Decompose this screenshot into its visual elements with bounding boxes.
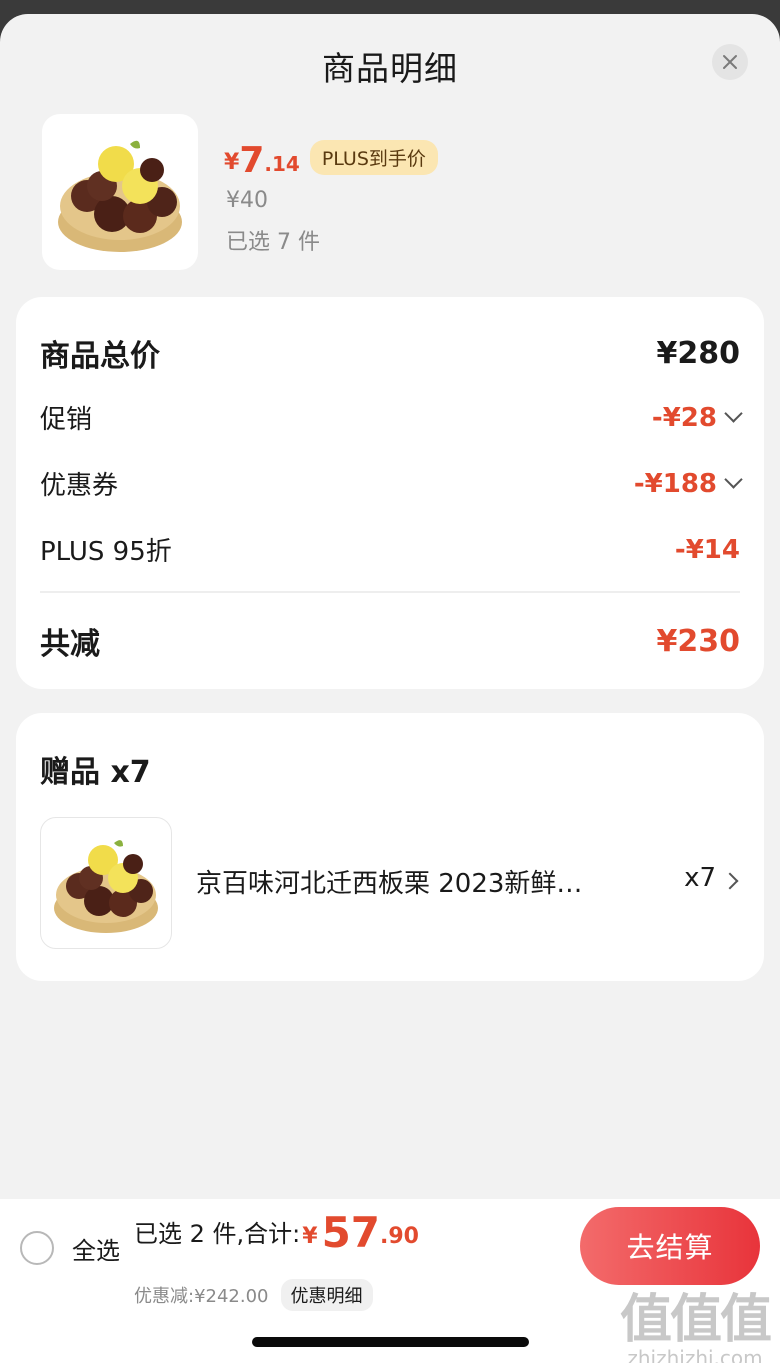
total-symbol: ¥ (302, 1224, 318, 1249)
plus-badge: PLUS到手价 (309, 140, 438, 175)
selected-count: 已选 7 件 (226, 230, 320, 255)
discount-text: 优惠减:¥242.00 (134, 1286, 269, 1307)
chestnut-basket-image (58, 140, 182, 252)
sheet-title: 商品明细 (322, 49, 458, 88)
gift-name[interactable]: 京百味河北迁西板栗 2023新鲜… (196, 863, 582, 900)
coupon-value: -¥188 (633, 468, 717, 499)
total-line: 已选 2 件,合计: ¥ 57 .90 (134, 1211, 419, 1255)
price-integer: 7 (239, 140, 265, 181)
chevron-down-icon (724, 404, 743, 423)
watermark-glyphs: 值值值 (619, 1290, 772, 1350)
chestnut-basket-image (54, 840, 158, 933)
plus-value: -¥14 (674, 534, 740, 565)
gift-image[interactable] (40, 817, 172, 949)
coupon-label: 优惠券 (40, 471, 119, 501)
plus-label: PLUS 95折 (40, 537, 172, 567)
plus-row: PLUS 95折 -¥14 (40, 531, 740, 568)
divider (40, 591, 740, 593)
detail-sheet: 商品明细 ¥ 7 .14 PLUS到手价 ¥40 已选 7 件 商品总价 ¥28… (0, 14, 780, 1363)
price-symbol: ¥ (224, 150, 240, 175)
total-decimal: .90 (380, 1224, 419, 1249)
watermark-url: zhizhizhi.com (627, 1346, 763, 1363)
promo-label: 促销 (40, 405, 93, 435)
coupon-row[interactable]: 优惠券 -¥188 (40, 465, 743, 502)
close-button[interactable] (712, 44, 748, 80)
promo-value-wrap[interactable]: -¥28 (651, 402, 743, 433)
price-summary-card: 商品总价 ¥280 促销 -¥28 优惠券 -¥188 PLUS 95折 -¥1… (16, 297, 764, 689)
home-indicator[interactable] (252, 1337, 529, 1347)
gift-card: 赠品 x7 京百味河北迁西板栗 2023新鲜… x7 (16, 713, 764, 981)
close-icon (723, 55, 737, 69)
total-label: 商品总价 (40, 339, 160, 374)
total-label: 已选 2 件,合计: (134, 1220, 301, 1248)
gift-title: 赠品 x7 (40, 755, 151, 790)
promo-value: -¥28 (651, 402, 717, 433)
product-image (42, 114, 198, 270)
watermark: 值值值 zhizhizhi.com (619, 1290, 772, 1363)
select-all-label[interactable]: 全选 (72, 1231, 120, 1266)
reduce-row: 共减 ¥230 (40, 619, 740, 663)
price-row: ¥ 7 .14 PLUS到手价 (224, 140, 438, 179)
discount-line: 优惠减:¥242.00 优惠明细 (134, 1279, 373, 1311)
price-decimal: .14 (264, 152, 300, 176)
reduce-value: ¥230 (656, 623, 741, 659)
total-integer: 57 (321, 1208, 381, 1257)
discount-detail-button[interactable]: 优惠明细 (280, 1279, 373, 1311)
promo-row[interactable]: 促销 -¥28 (40, 399, 743, 436)
chevron-right-icon[interactable] (721, 872, 739, 890)
checkout-button[interactable]: 去结算 (580, 1207, 760, 1285)
select-all-radio[interactable] (20, 1231, 54, 1265)
chevron-down-icon (724, 470, 743, 489)
total-row: 商品总价 ¥280 (40, 331, 740, 375)
original-price: ¥40 (226, 188, 268, 213)
reduce-label: 共减 (40, 627, 100, 662)
gift-quantity: x7 (684, 863, 716, 893)
coupon-value-wrap[interactable]: -¥188 (633, 468, 743, 499)
total-value: ¥280 (656, 335, 741, 371)
